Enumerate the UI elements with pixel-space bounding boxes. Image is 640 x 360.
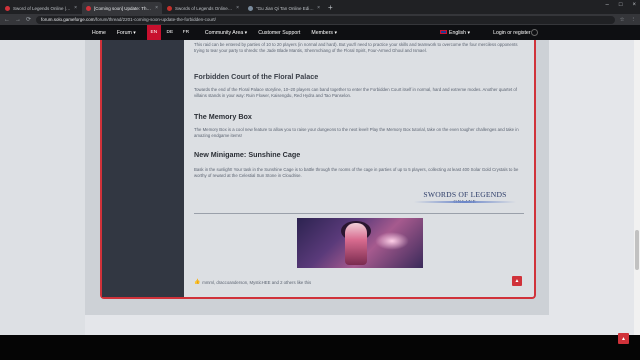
page-scrollbar[interactable] — [634, 40, 640, 335]
post-paragraph-cage: Bask in the sunlight! Your task in the S… — [194, 167, 519, 178]
tab-close-icon[interactable]: × — [317, 5, 320, 11]
heading-sunshine-cage: New Minigame: Sunshine Cage — [194, 150, 301, 159]
uk-flag-icon — [440, 29, 447, 35]
signature-divider — [194, 213, 524, 214]
tab-favicon-icon — [167, 5, 172, 11]
forward-icon[interactable]: → — [15, 17, 21, 23]
post-paragraph-floral: Towards the end of the Floral Palace sto… — [194, 87, 517, 98]
language-de[interactable]: DE — [163, 25, 177, 40]
url-input[interactable]: forum.solo.gameforge.com /forum/thread/2… — [36, 15, 615, 24]
post-author-sidebar — [102, 40, 184, 297]
site-navigation: Home Forum ▾ EN DE FR Community Area ▾ C… — [0, 25, 640, 40]
game-logo: SWORDS OF LEGENDS ONLINE — [414, 190, 516, 210]
search-icon[interactable] — [531, 29, 538, 36]
logo-line1: SWORDS OF LEGENDS — [423, 190, 507, 199]
back-icon[interactable]: ← — [4, 17, 10, 23]
nav-community-area[interactable]: Community Area ▾ — [205, 30, 247, 36]
address-bar-actions: ☆ ⋮ — [620, 17, 636, 23]
tab-close-icon[interactable]: × — [155, 5, 158, 11]
language-en[interactable]: EN — [146, 25, 161, 40]
nav-members[interactable]: Members ▾ — [311, 30, 337, 36]
tab-favicon-icon — [248, 5, 253, 11]
bottom-bar — [0, 335, 640, 360]
tab-close-icon[interactable]: × — [74, 5, 77, 11]
heading-memory-box: The Memory Box — [194, 112, 252, 121]
url-host: forum.solo.gameforge.com — [41, 17, 95, 22]
browser-menu-icon[interactable]: ⋮ — [631, 17, 637, 23]
address-bar: ← → ⟳ forum.solo.gameforge.com /forum/th… — [0, 14, 640, 25]
maximize-icon[interactable]: □ — [619, 2, 623, 8]
thumbs-up-icon[interactable]: 👍 — [194, 279, 200, 285]
browser-tab-strip: Sword of Legends Online | Ga × [Coming s… — [0, 0, 640, 14]
login-register-link[interactable]: Login or register — [493, 30, 531, 36]
browser-tab[interactable]: Sword of Legends Online | Ga × — [1, 2, 81, 14]
new-tab-button[interactable]: + — [328, 2, 333, 14]
post-paragraph-intro: This raid can be entered by parties of 1… — [194, 42, 518, 53]
tab-title: "Gu Jian Qi Tan Online Edition" I — [256, 5, 315, 11]
window-controls: – □ × — [606, 2, 636, 8]
tab-title: Swords of Legends Online: The F — [175, 5, 233, 11]
language-fr[interactable]: FR — [179, 25, 193, 40]
language-select-label: English ▾ — [449, 29, 471, 36]
signature-banner-image — [297, 218, 423, 268]
tab-title: [Coming soon] Update: The Fo — [94, 5, 153, 11]
tab-favicon-icon — [5, 5, 10, 11]
browser-tab-active[interactable]: [Coming soon] Update: The Fo × — [82, 2, 162, 14]
report-button[interactable]: ▲ — [512, 276, 522, 286]
post-likes: 👍 mmml, draccoanderson, MysticHEE and 2 … — [194, 279, 311, 285]
url-path: /forum/thread/2201-coming-soon-update-th… — [94, 17, 216, 22]
chevron-up-icon: ▲ — [621, 335, 626, 342]
browser-tab[interactable]: Swords of Legends Online: The F × — [163, 2, 243, 14]
warning-icon: ▲ — [514, 278, 520, 284]
language-select[interactable]: English ▾ — [440, 30, 470, 36]
forum-post: This raid can be entered by parties of 1… — [100, 40, 536, 299]
banner-glow — [375, 232, 409, 250]
post-paragraph-memory: The Memory Box is a cool new feature to … — [194, 127, 519, 138]
close-window-icon[interactable]: × — [632, 2, 636, 8]
minimize-icon[interactable]: – — [606, 2, 609, 8]
nav-customer-support[interactable]: Customer Support — [258, 30, 300, 36]
logo-wing-decoration — [414, 201, 516, 203]
reload-icon[interactable]: ⟳ — [26, 16, 31, 23]
nav-forum[interactable]: Forum ▾ — [117, 30, 136, 36]
scroll-to-top-button[interactable]: ▲ — [618, 333, 629, 344]
nav-right-group: English ▾ Login or register — [440, 25, 542, 40]
browser-tab[interactable]: "Gu Jian Qi Tan Online Edition" I × — [244, 2, 324, 14]
banner-character — [345, 223, 367, 265]
likes-text[interactable]: mmml, draccoanderson, MysticHEE and 2 ot… — [202, 280, 311, 285]
tab-favicon-icon — [86, 5, 91, 11]
tab-title: Sword of Legends Online | Ga — [13, 5, 72, 11]
tab-close-icon[interactable]: × — [236, 5, 239, 11]
nav-home[interactable]: Home — [92, 30, 106, 36]
scrollbar-thumb[interactable] — [635, 230, 639, 270]
page-left-margin — [0, 40, 85, 335]
bookmark-star-icon[interactable]: ☆ — [620, 17, 625, 23]
heading-forbidden-court: Forbidden Court of the Floral Palace — [194, 72, 319, 81]
